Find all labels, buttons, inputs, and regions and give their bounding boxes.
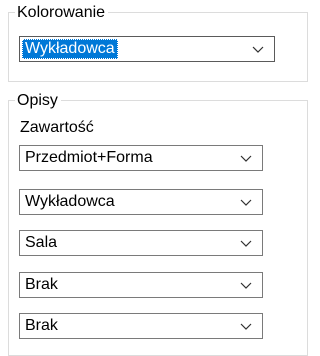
description-select-2[interactable]: Wykładowca <box>19 189 263 215</box>
content-label: Zawartość <box>20 119 94 136</box>
chevron-down-icon <box>240 282 252 289</box>
chevron-down-icon <box>252 46 264 53</box>
descriptions-group-title: Opisy <box>15 92 61 110</box>
chevron-down-icon <box>240 323 252 330</box>
description-select-3[interactable]: Sala <box>19 230 263 256</box>
description-select-5[interactable]: Brak <box>19 313 263 339</box>
coloring-select-value: Wykładowca <box>22 39 118 59</box>
description-select-1[interactable]: Przedmiot+Forma <box>19 145 263 171</box>
chevron-down-icon <box>240 155 252 162</box>
description-select-value: Brak <box>25 317 58 334</box>
description-select-value: Brak <box>25 276 58 293</box>
chevron-down-icon <box>240 240 252 247</box>
chevron-down-icon <box>240 199 252 206</box>
description-select-value: Sala <box>25 234 58 251</box>
description-select-4[interactable]: Brak <box>19 272 263 298</box>
coloring-group-title: Kolorowanie <box>15 4 109 22</box>
description-select-value: Wykładowca <box>25 193 115 210</box>
description-select-value: Przedmiot+Forma <box>25 149 153 166</box>
coloring-select[interactable]: Wykładowca <box>19 36 275 62</box>
